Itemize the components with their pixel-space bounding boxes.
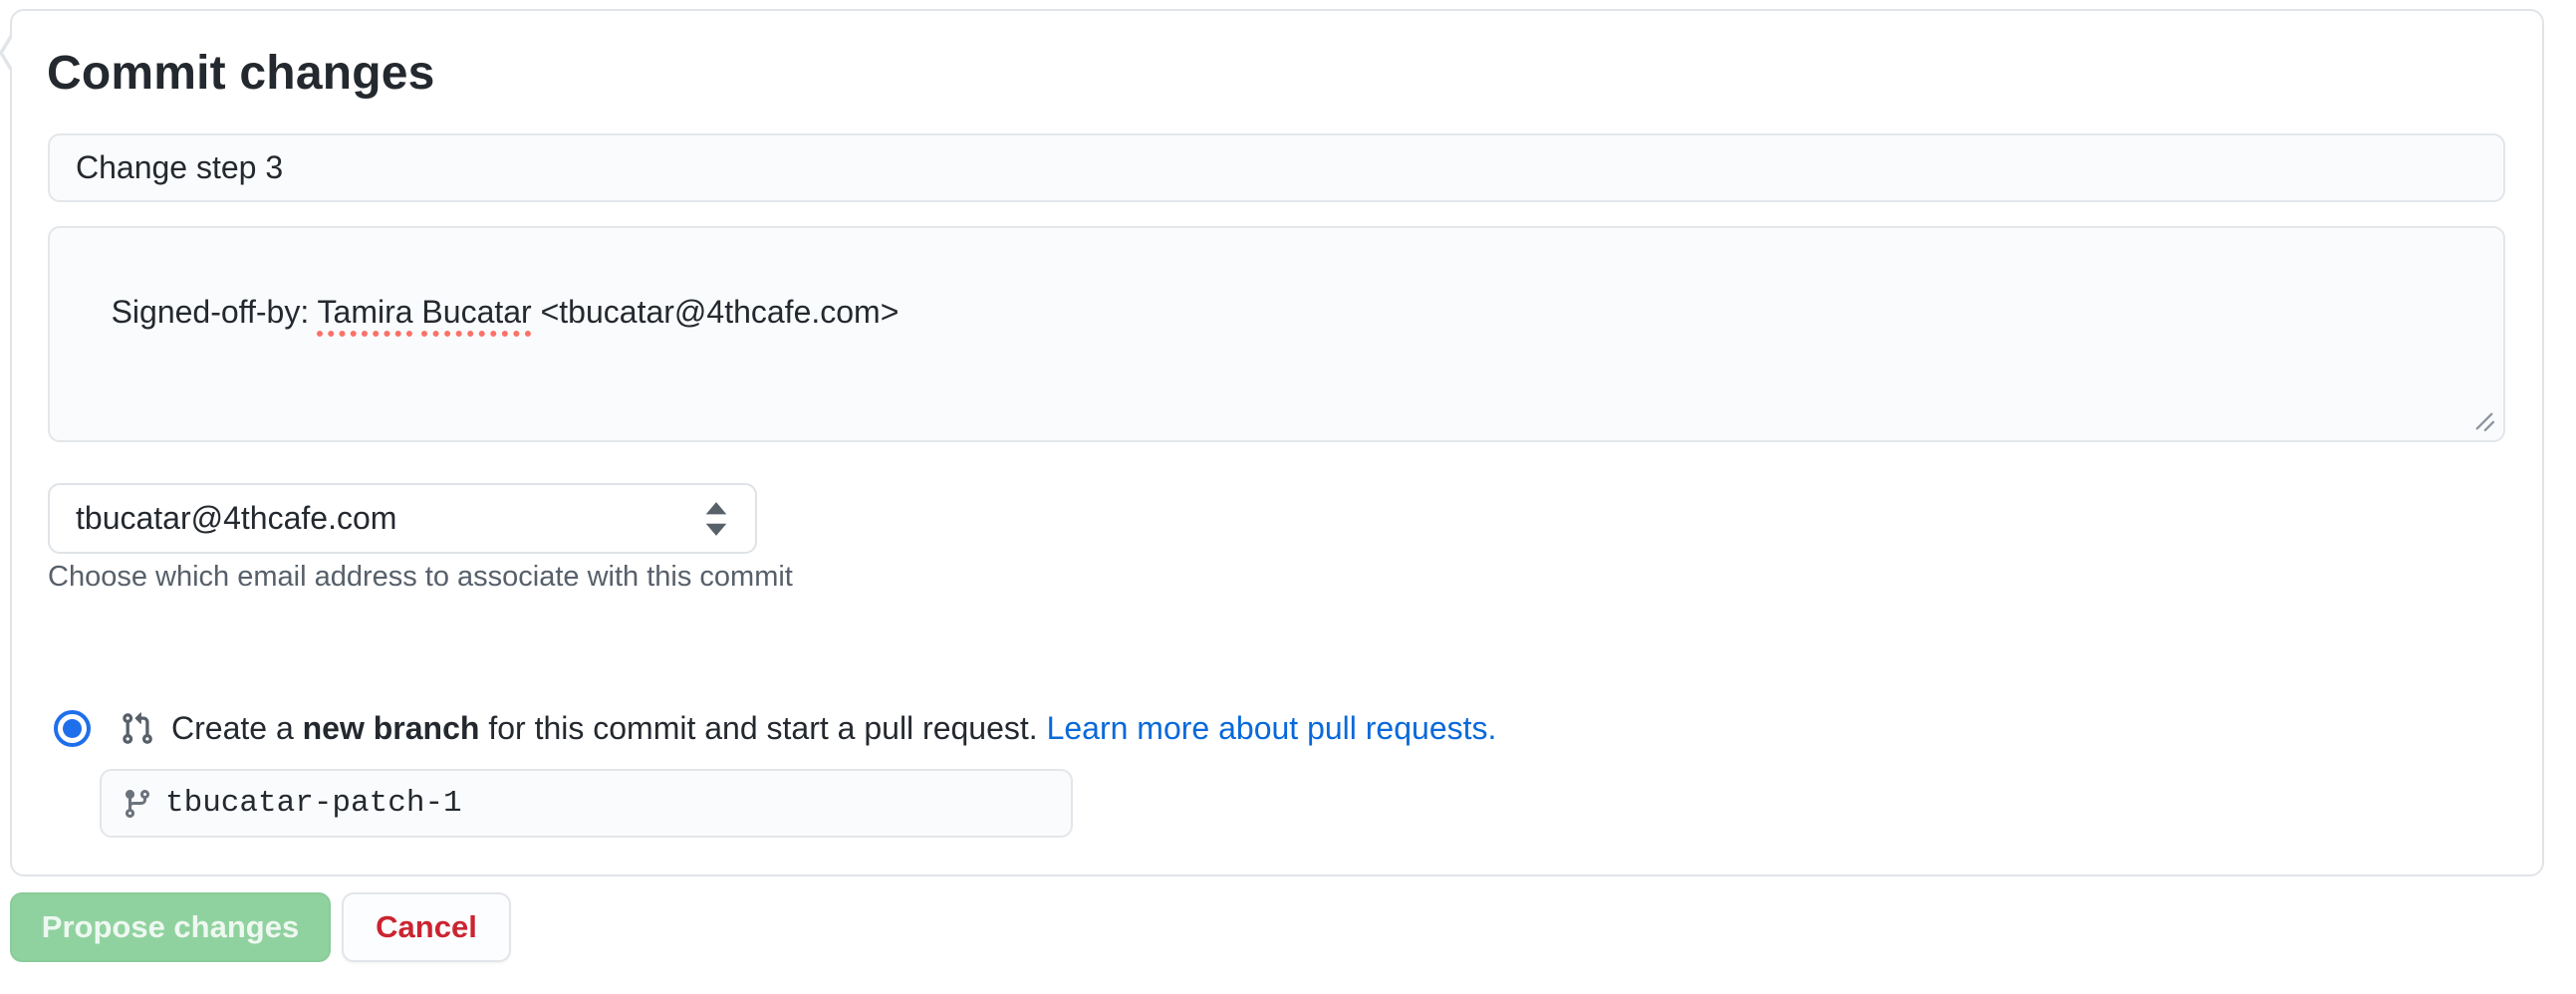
branch-name-input[interactable] (165, 786, 1022, 821)
new-branch-option-row: Create a new branch for this commit and … (54, 709, 1496, 747)
misspelled-word: Bucatar (421, 294, 531, 330)
description-text: Signed-off-by: (112, 294, 318, 330)
git-branch-icon (122, 788, 153, 820)
learn-more-link[interactable]: Learn more about pull requests. (1047, 710, 1497, 746)
description-text: <tbucatar@4thcafe.com> (532, 294, 900, 330)
commit-summary-input[interactable] (48, 133, 2505, 202)
commit-changes-page: Commit changes Signed-off-by: Tamira Buc… (0, 0, 2576, 994)
email-helper-text: Choose which email address to associate … (48, 560, 793, 594)
cancel-button[interactable]: Cancel (342, 892, 511, 962)
commit-email-select[interactable]: tbucatar@4thcafe.com (48, 483, 757, 554)
up-down-caret-icon (701, 498, 731, 540)
propose-changes-button[interactable]: Propose changes (10, 892, 331, 962)
branch-name-field[interactable] (100, 769, 1073, 838)
misspelled-word: Tamira (318, 294, 413, 330)
selected-email: tbucatar@4thcafe.com (76, 500, 396, 537)
radio-dot (63, 719, 82, 738)
new-branch-radio[interactable] (54, 710, 91, 747)
new-branch-option-label: Create a new branch for this commit and … (171, 709, 1496, 747)
card-caret-icon-fill (3, 35, 14, 71)
new-branch-bold-text: new branch (303, 710, 480, 746)
form-actions: Propose changes Cancel (10, 892, 511, 962)
page-title: Commit changes (47, 48, 435, 100)
git-pull-request-icon (120, 711, 154, 746)
resize-grip-icon[interactable] (2471, 408, 2497, 434)
commit-description-textarea[interactable]: Signed-off-by: Tamira Bucatar <tbucatar@… (48, 226, 2505, 442)
